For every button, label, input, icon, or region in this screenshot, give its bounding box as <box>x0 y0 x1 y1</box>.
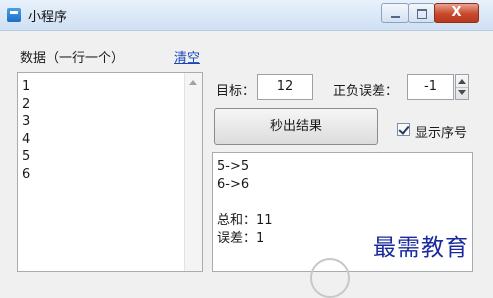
target-input[interactable]: 12 <box>257 74 313 100</box>
data-line: 6 <box>22 166 31 182</box>
clear-link[interactable]: 清空 <box>174 47 200 66</box>
result-line <box>217 194 273 212</box>
result-line: 总和：11 <box>217 213 273 228</box>
app-window: 小程序 X 数据（一行一个） 清空 1 2 3 4 5 6 目标： 12 正负误… <box>0 0 493 298</box>
data-line: 2 <box>22 96 31 112</box>
data-line: 3 <box>22 114 31 129</box>
target-label: 目标： <box>216 84 256 99</box>
close-button[interactable]: X <box>434 3 479 23</box>
data-line: 5 <box>22 149 31 164</box>
show-index-checkbox[interactable] <box>397 123 410 136</box>
minimize-button[interactable] <box>381 3 409 23</box>
app-icon <box>7 8 21 22</box>
vertical-scrollbar[interactable] <box>184 73 202 271</box>
result-line: 误差：1 <box>217 231 265 246</box>
error-label: 正负误差： <box>333 84 399 99</box>
result-lines: 5->5 6->6 总和：11 误差：1 <box>217 158 273 248</box>
scroll-up-arrow-icon[interactable] <box>189 80 197 85</box>
show-index-label[interactable]: 显示序号 <box>415 122 467 141</box>
result-line: 6->6 <box>217 177 250 192</box>
spin-up-icon[interactable] <box>458 79 466 84</box>
close-icon: X <box>451 5 462 20</box>
watermark-text: 最需教育 <box>373 235 469 261</box>
data-label: 数据（一行一个） <box>20 51 125 66</box>
title-bar: 小程序 X <box>0 0 493 31</box>
run-button[interactable]: 秒出结果 <box>214 108 378 145</box>
window-title: 小程序 <box>28 10 68 25</box>
error-input[interactable]: -1 <box>407 74 454 100</box>
data-line: 4 <box>22 131 31 147</box>
watermark-logo-icon <box>310 258 350 298</box>
maximize-button[interactable] <box>408 3 435 23</box>
spin-down-icon[interactable] <box>458 90 466 95</box>
data-textarea[interactable]: 1 2 3 4 5 6 <box>17 72 203 272</box>
data-line: 1 <box>22 79 31 94</box>
error-spinner[interactable] <box>455 74 469 100</box>
result-line: 5->5 <box>217 159 250 174</box>
data-lines: 1 2 3 4 5 6 <box>22 78 30 183</box>
